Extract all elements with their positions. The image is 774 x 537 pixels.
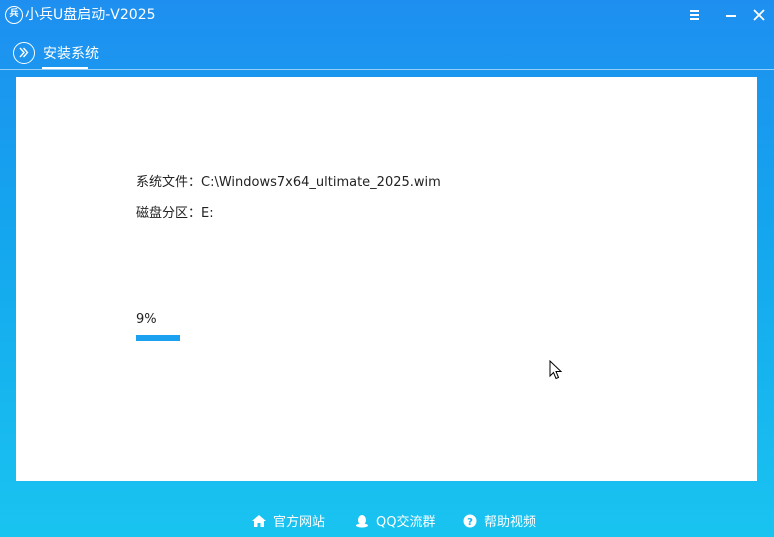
progress-fill (136, 335, 180, 341)
progress-percent: 9% (136, 312, 157, 327)
tab-bar: 安装系统 (0, 36, 774, 70)
official-site-link[interactable]: 官方网站 (251, 514, 325, 531)
minimize-icon (726, 15, 736, 17)
svg-text:?: ? (467, 517, 473, 528)
official-site-label: 官方网站 (273, 515, 326, 530)
system-file-row: 系统文件：C:\Windows7x64_ultimate_2025.wim (136, 175, 441, 191)
help-video-label: 帮助视频 (484, 515, 537, 530)
qq-penguin-icon (356, 515, 368, 528)
mouse-cursor-icon (549, 360, 563, 380)
system-file-label: 系统文件： (136, 175, 202, 190)
home-icon (252, 515, 266, 527)
close-button[interactable] (748, 4, 770, 26)
close-icon (753, 9, 765, 21)
chevron-right-icon (13, 42, 35, 64)
tab-install-system[interactable]: 安装系统 (43, 45, 99, 63)
app-logo: 兵 (5, 6, 23, 24)
system-file-value: C:\Windows7x64_ultimate_2025.wim (201, 175, 441, 190)
disk-partition-label: 磁盘分区： (136, 206, 202, 221)
tab-divider (0, 69, 774, 70)
minimize-button[interactable] (720, 4, 742, 26)
qq-group-link[interactable]: QQ交流群 (354, 514, 435, 531)
help-icon: ? (463, 514, 477, 528)
help-video-link[interactable]: ? 帮助视频 (462, 514, 536, 531)
install-panel: 系统文件：C:\Windows7x64_ultimate_2025.wim 磁盘… (16, 77, 757, 481)
menu-button[interactable] (683, 4, 705, 26)
footer: 官方网站 QQ交流群 ? 帮助视频 (0, 506, 774, 536)
title-bar[interactable]: 兵 小兵U盘启动-V2025 (0, 0, 774, 32)
progress-bar (136, 335, 556, 341)
menu-icon (690, 10, 699, 20)
app-window: 兵 小兵U盘启动-V2025 安装系统 系统文件：C:\Windows7x64_… (0, 0, 774, 537)
qq-group-label: QQ交流群 (376, 515, 436, 530)
app-logo-text: 兵 (9, 9, 19, 19)
disk-partition-row: 磁盘分区：E: (136, 206, 214, 222)
disk-partition-value: E: (201, 206, 214, 221)
app-title: 小兵U盘启动-V2025 (25, 7, 156, 23)
